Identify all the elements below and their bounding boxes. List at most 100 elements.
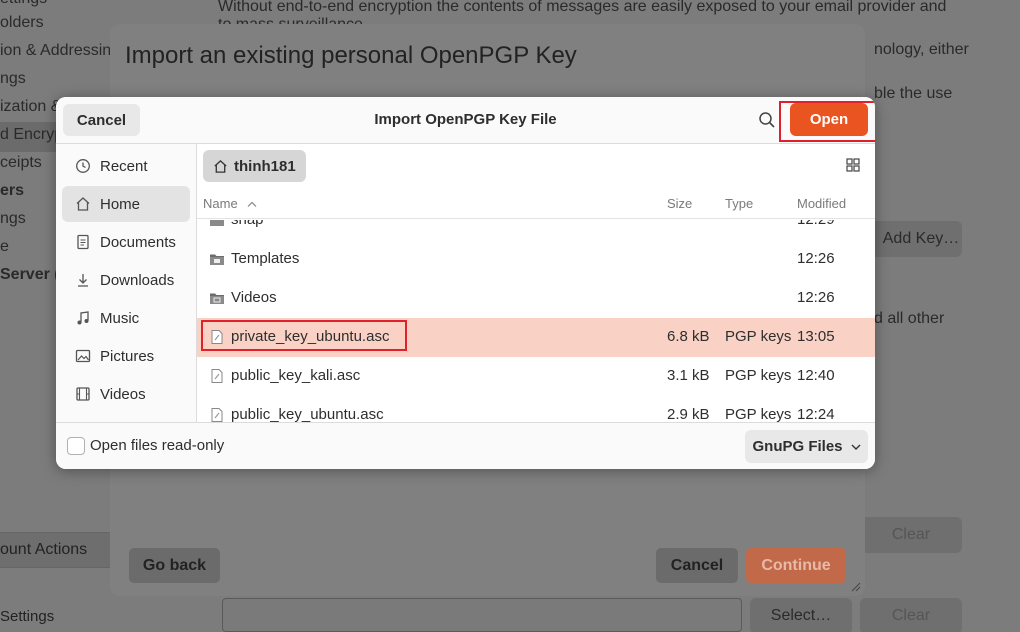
file-name: Templates — [231, 250, 300, 267]
thunderbird-settings-link[interactable]: Settings — [0, 608, 54, 625]
account-actions-button[interactable]: ount Actions — [0, 532, 110, 568]
file-row-snap[interactable]: snap 12:29 — [197, 220, 875, 240]
sidebar-label-documents: Documents — [100, 233, 176, 251]
file-type-filter-dropdown[interactable]: GnuPG Files — [745, 430, 868, 463]
sidebar-item-home[interactable]: Home — [62, 186, 190, 222]
sidebar-label-music: Music — [100, 309, 140, 327]
file-size: 3.1 kB — [667, 367, 710, 384]
read-only-label[interactable]: Open files read-only — [90, 437, 224, 454]
search-icon[interactable] — [758, 111, 776, 129]
clock-icon — [74, 157, 92, 175]
home-icon — [214, 159, 227, 173]
places-sidebar: Recent Home Documents Downloads Music Pi… — [56, 144, 197, 422]
sidebar-item-composition[interactable]: ion & Addressing — [0, 42, 120, 60]
sidebar-label-pictures: Pictures — [100, 347, 155, 365]
videos-folder-icon — [210, 293, 224, 304]
go-back-label: Go back — [142, 556, 207, 574]
grid-view-icon[interactable] — [845, 157, 861, 173]
account-actions-label: ount Actions — [0, 541, 88, 558]
read-only-checkbox[interactable] — [67, 437, 85, 455]
file-row-templates[interactable]: Templates 12:26 — [197, 240, 875, 279]
file-modified: 12:29 — [797, 220, 835, 228]
file-name: public_key_ubuntu.asc — [231, 406, 384, 422]
import-cancel-label: Cancel — [670, 556, 724, 574]
sidebar-item-music[interactable]: Music — [62, 300, 190, 336]
sidebar-label-home: Home — [100, 195, 141, 213]
file-size: 2.9 kB — [667, 406, 710, 422]
column-header-row: Name Size Type Modified — [197, 187, 875, 219]
import-cancel-button[interactable]: Cancel — [656, 548, 738, 583]
file-name: snap — [231, 220, 264, 228]
text-file-icon — [211, 369, 223, 383]
column-header-type[interactable]: Type — [725, 196, 753, 211]
sidebar-item-documents[interactable]: Documents — [62, 224, 190, 260]
go-back-button[interactable]: Go back — [129, 548, 220, 583]
file-name: private_key_ubuntu.asc — [231, 328, 390, 345]
sidebar-item-settings-2[interactable]: ngs — [0, 210, 26, 228]
add-key-button[interactable]: Add Key… — [866, 221, 962, 257]
continue-button[interactable]: Continue — [746, 548, 846, 583]
sidebar-item-videos[interactable]: Videos — [62, 376, 190, 412]
document-icon — [74, 233, 92, 251]
resize-grip-icon[interactable] — [851, 582, 861, 592]
file-chooser-header: Cancel Import OpenPGP Key File Open — [56, 97, 875, 144]
folder-icon — [210, 220, 224, 226]
clear-label-1: Clear — [891, 526, 931, 543]
file-modified: 12:24 — [797, 406, 835, 422]
sidebar-item-downloads[interactable]: Downloads — [62, 262, 190, 298]
file-row-public-key-ubuntu[interactable]: public_key_ubuntu.asc 2.9 kB PGP keys 12… — [197, 396, 875, 422]
sidebar-item-settings[interactable]: ettings — [0, 0, 47, 8]
encryption-description-line5: d all other — [874, 310, 945, 327]
import-dialog-title: Import an existing personal OpenPGP Key — [125, 42, 577, 69]
file-row-private-key-ubuntu[interactable]: private_key_ubuntu.asc 6.8 kB PGP keys 1… — [197, 318, 875, 357]
file-type: PGP keys — [725, 406, 792, 422]
file-type: PGP keys — [725, 328, 792, 345]
select-certificate-button[interactable]: Select… — [750, 598, 852, 632]
file-chooser-title: Import OpenPGP Key File — [374, 111, 557, 128]
sidebar-item-junk-settings[interactable]: ngs — [0, 70, 26, 88]
encryption-description-line4: ble the use — [874, 85, 953, 102]
sidebar-item-folders[interactable]: olders — [0, 14, 44, 32]
breadcrumb-home-button[interactable]: thinh181 — [203, 150, 306, 182]
smime-certificate-input[interactable] — [222, 598, 742, 632]
sidebar-item-folders-account[interactable]: ers — [0, 182, 24, 200]
sidebar-label-recent: Recent — [100, 157, 148, 175]
video-icon — [74, 385, 92, 403]
column-name-label: Name — [203, 196, 238, 211]
column-header-modified[interactable]: Modified — [797, 196, 846, 211]
text-file-icon — [211, 408, 223, 422]
file-modified: 12:26 — [797, 289, 835, 306]
clear-button-2[interactable]: Clear — [860, 598, 962, 632]
clear-button-1[interactable]: Clear — [860, 517, 962, 553]
home-icon — [74, 195, 92, 213]
sidebar-item-recent[interactable]: Recent — [62, 148, 190, 184]
column-header-name[interactable]: Name — [203, 196, 257, 211]
select-label: Select… — [770, 607, 832, 624]
file-modified: 12:26 — [797, 250, 835, 267]
sidebar-item-end-to-end-encryption[interactable]: d Encryp — [0, 126, 63, 144]
download-icon — [74, 271, 92, 289]
file-row-public-key-kali[interactable]: public_key_kali.asc 3.1 kB PGP keys 12:4… — [197, 357, 875, 396]
file-name: Videos — [231, 289, 277, 306]
clear-label-2: Clear — [891, 607, 931, 624]
encryption-description-line1: Without end-to-end encryption the conten… — [218, 0, 947, 15]
file-type: PGP keys — [725, 367, 792, 384]
breadcrumb-label: thinh181 — [234, 157, 296, 175]
sidebar-item-storage[interactable]: e — [0, 238, 9, 256]
sidebar-label-videos: Videos — [100, 385, 146, 403]
file-modified: 12:40 — [797, 367, 835, 384]
file-chooser-dialog: Cancel Import OpenPGP Key File Open Rece… — [56, 97, 875, 469]
sidebar-item-return-receipts[interactable]: ceipts — [0, 154, 42, 172]
file-name: public_key_kali.asc — [231, 367, 361, 384]
continue-label: Continue — [761, 556, 831, 574]
picture-icon — [74, 347, 92, 365]
file-row-videos[interactable]: Videos 12:26 — [197, 279, 875, 318]
sidebar-item-pictures[interactable]: Pictures — [62, 338, 190, 374]
sidebar-item-synchronization[interactable]: ization & — [0, 98, 61, 116]
templates-folder-icon — [210, 254, 224, 265]
column-header-size[interactable]: Size — [667, 196, 692, 211]
open-label: Open — [809, 111, 849, 128]
text-file-icon — [211, 330, 223, 344]
open-button[interactable]: Open — [790, 103, 868, 136]
file-list: snap 12:29 Templates 12:26 Videos 12:26 … — [197, 220, 875, 422]
